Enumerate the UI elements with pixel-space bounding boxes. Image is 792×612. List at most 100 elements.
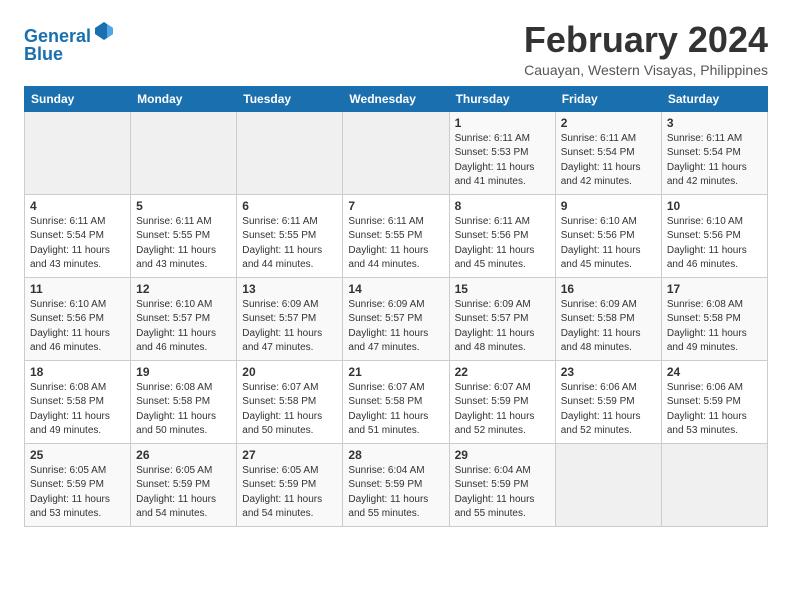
calendar-week-4: 18 Sunrise: 6:08 AM Sunset: 5:58 PM Dayli… xyxy=(25,360,768,443)
calendar-cell: 15 Sunrise: 6:09 AM Sunset: 5:57 PM Dayli… xyxy=(449,277,555,360)
calendar-subtitle: Cauayan, Western Visayas, Philippines xyxy=(524,62,768,78)
calendar-cell: 20Sunrise: 6:07 AM Sunset: 5:58 PM Dayli… xyxy=(237,360,343,443)
day-info: Sunrise: 6:10 AM Sunset: 5:56 PM Dayligh… xyxy=(30,298,125,356)
day-info: Sunrise: 6:10 AM Sunset: 5:57 PM Dayligh… xyxy=(136,298,231,356)
day-info: Sunrise: 6:10 AM Sunset: 5:56 PM Dayligh… xyxy=(667,215,762,273)
day-info: Sunrise: 6:11 AM Sunset: 5:54 PM Dayligh… xyxy=(667,132,762,190)
logo: General Blue xyxy=(24,20,115,65)
day-info: Sunrise: 6:11 AM Sunset: 5:54 PM Dayligh… xyxy=(561,132,656,190)
header-thursday: Thursday xyxy=(449,86,555,111)
day-number: 14 xyxy=(348,282,443,296)
day-number: 26 xyxy=(136,448,231,462)
day-number: 25 xyxy=(30,448,125,462)
day-info: Sunrise: 6:06 AM Sunset: 5:59 PM Dayligh… xyxy=(561,381,656,439)
day-info: Sunrise: 6:07 AM Sunset: 5:59 PM Dayligh… xyxy=(455,381,550,439)
calendar-cell xyxy=(343,111,449,194)
day-number: 10 xyxy=(667,199,762,213)
calendar-cell: 4Sunrise: 6:11 AM Sunset: 5:54 PM Daylig… xyxy=(25,194,131,277)
day-info: Sunrise: 6:11 AM Sunset: 5:54 PM Dayligh… xyxy=(30,215,125,273)
day-number: 3 xyxy=(667,116,762,130)
day-number: 15 xyxy=(455,282,550,296)
title-block: February 2024 Cauayan, Western Visayas, … xyxy=(524,20,768,78)
day-info: Sunrise: 6:05 AM Sunset: 5:59 PM Dayligh… xyxy=(242,464,337,522)
calendar-cell: 10 Sunrise: 6:10 AM Sunset: 5:56 PM Dayli… xyxy=(661,194,767,277)
calendar-cell: 14 Sunrise: 6:09 AM Sunset: 5:57 PM Dayli… xyxy=(343,277,449,360)
logo-icon xyxy=(93,20,115,42)
calendar-cell: 18 Sunrise: 6:08 AM Sunset: 5:58 PM Dayli… xyxy=(25,360,131,443)
calendar-week-2: 4Sunrise: 6:11 AM Sunset: 5:54 PM Daylig… xyxy=(25,194,768,277)
day-number: 28 xyxy=(348,448,443,462)
day-number: 7 xyxy=(348,199,443,213)
calendar-cell: 27 Sunrise: 6:05 AM Sunset: 5:59 PM Dayli… xyxy=(237,443,343,526)
day-number: 9 xyxy=(561,199,656,213)
calendar-cell xyxy=(25,111,131,194)
day-number: 27 xyxy=(242,448,337,462)
day-number: 11 xyxy=(30,282,125,296)
day-info: Sunrise: 6:09 AM Sunset: 5:58 PM Dayligh… xyxy=(561,298,656,356)
day-info: Sunrise: 6:11 AM Sunset: 5:55 PM Dayligh… xyxy=(242,215,337,273)
calendar-cell: 3 Sunrise: 6:11 AM Sunset: 5:54 PM Daylig… xyxy=(661,111,767,194)
day-number: 19 xyxy=(136,365,231,379)
calendar-cell: 6 Sunrise: 6:11 AM Sunset: 5:55 PM Daylig… xyxy=(237,194,343,277)
header-monday: Monday xyxy=(131,86,237,111)
calendar-cell: 21 Sunrise: 6:07 AM Sunset: 5:58 PM Dayli… xyxy=(343,360,449,443)
day-number: 29 xyxy=(455,448,550,462)
calendar-cell: 29Sunrise: 6:04 AM Sunset: 5:59 PM Dayli… xyxy=(449,443,555,526)
day-number: 16 xyxy=(561,282,656,296)
calendar-title: February 2024 xyxy=(524,20,768,60)
day-number: 6 xyxy=(242,199,337,213)
day-info: Sunrise: 6:08 AM Sunset: 5:58 PM Dayligh… xyxy=(136,381,231,439)
day-number: 22 xyxy=(455,365,550,379)
day-number: 12 xyxy=(136,282,231,296)
day-info: Sunrise: 6:10 AM Sunset: 5:56 PM Dayligh… xyxy=(561,215,656,273)
calendar-cell: 1 Sunrise: 6:11 AM Sunset: 5:53 PM Daylig… xyxy=(449,111,555,194)
day-info: Sunrise: 6:05 AM Sunset: 5:59 PM Dayligh… xyxy=(136,464,231,522)
calendar-cell: 7Sunrise: 6:11 AM Sunset: 5:55 PM Daylig… xyxy=(343,194,449,277)
day-info: Sunrise: 6:05 AM Sunset: 5:59 PM Dayligh… xyxy=(30,464,125,522)
day-number: 18 xyxy=(30,365,125,379)
day-number: 13 xyxy=(242,282,337,296)
day-number: 21 xyxy=(348,365,443,379)
day-info: Sunrise: 6:08 AM Sunset: 5:58 PM Dayligh… xyxy=(30,381,125,439)
day-info: Sunrise: 6:09 AM Sunset: 5:57 PM Dayligh… xyxy=(242,298,337,356)
day-info: Sunrise: 6:09 AM Sunset: 5:57 PM Dayligh… xyxy=(348,298,443,356)
header-wednesday: Wednesday xyxy=(343,86,449,111)
day-info: Sunrise: 6:06 AM Sunset: 5:59 PM Dayligh… xyxy=(667,381,762,439)
calendar-cell xyxy=(237,111,343,194)
page-header: General Blue February 2024 Cauayan, West… xyxy=(24,20,768,78)
day-number: 20 xyxy=(242,365,337,379)
calendar-cell xyxy=(661,443,767,526)
day-number: 2 xyxy=(561,116,656,130)
calendar-cell: 19 Sunrise: 6:08 AM Sunset: 5:58 PM Dayli… xyxy=(131,360,237,443)
day-number: 1 xyxy=(455,116,550,130)
calendar-cell: 22 Sunrise: 6:07 AM Sunset: 5:59 PM Dayli… xyxy=(449,360,555,443)
header-friday: Friday xyxy=(555,86,661,111)
day-info: Sunrise: 6:08 AM Sunset: 5:58 PM Dayligh… xyxy=(667,298,762,356)
calendar-cell: 9 Sunrise: 6:10 AM Sunset: 5:56 PM Daylig… xyxy=(555,194,661,277)
calendar-cell: 16 Sunrise: 6:09 AM Sunset: 5:58 PM Dayli… xyxy=(555,277,661,360)
day-info: Sunrise: 6:11 AM Sunset: 5:55 PM Dayligh… xyxy=(136,215,231,273)
calendar-cell: 24Sunrise: 6:06 AM Sunset: 5:59 PM Dayli… xyxy=(661,360,767,443)
day-number: 5 xyxy=(136,199,231,213)
day-number: 23 xyxy=(561,365,656,379)
day-info: Sunrise: 6:09 AM Sunset: 5:57 PM Dayligh… xyxy=(455,298,550,356)
calendar-week-3: 11 Sunrise: 6:10 AM Sunset: 5:56 PM Dayli… xyxy=(25,277,768,360)
calendar-cell: 8Sunrise: 6:11 AM Sunset: 5:56 PM Daylig… xyxy=(449,194,555,277)
calendar-cell: 23 Sunrise: 6:06 AM Sunset: 5:59 PM Dayli… xyxy=(555,360,661,443)
day-number: 8 xyxy=(455,199,550,213)
day-info: Sunrise: 6:11 AM Sunset: 5:53 PM Dayligh… xyxy=(455,132,550,190)
calendar-cell: 26 Sunrise: 6:05 AM Sunset: 5:59 PM Dayli… xyxy=(131,443,237,526)
day-number: 17 xyxy=(667,282,762,296)
day-info: Sunrise: 6:07 AM Sunset: 5:58 PM Dayligh… xyxy=(348,381,443,439)
calendar-cell xyxy=(131,111,237,194)
calendar-cell: 11 Sunrise: 6:10 AM Sunset: 5:56 PM Dayli… xyxy=(25,277,131,360)
header-sunday: Sunday xyxy=(25,86,131,111)
calendar-cell: 13 Sunrise: 6:09 AM Sunset: 5:57 PM Dayli… xyxy=(237,277,343,360)
calendar-cell xyxy=(555,443,661,526)
calendar-cell: 28Sunrise: 6:04 AM Sunset: 5:59 PM Dayli… xyxy=(343,443,449,526)
calendar-cell: 12 Sunrise: 6:10 AM Sunset: 5:57 PM Dayli… xyxy=(131,277,237,360)
header-saturday: Saturday xyxy=(661,86,767,111)
calendar-cell: 2 Sunrise: 6:11 AM Sunset: 5:54 PM Daylig… xyxy=(555,111,661,194)
calendar-table: Sunday Monday Tuesday Wednesday Thursday… xyxy=(24,86,768,527)
calendar-week-5: 25 Sunrise: 6:05 AM Sunset: 5:59 PM Dayli… xyxy=(25,443,768,526)
